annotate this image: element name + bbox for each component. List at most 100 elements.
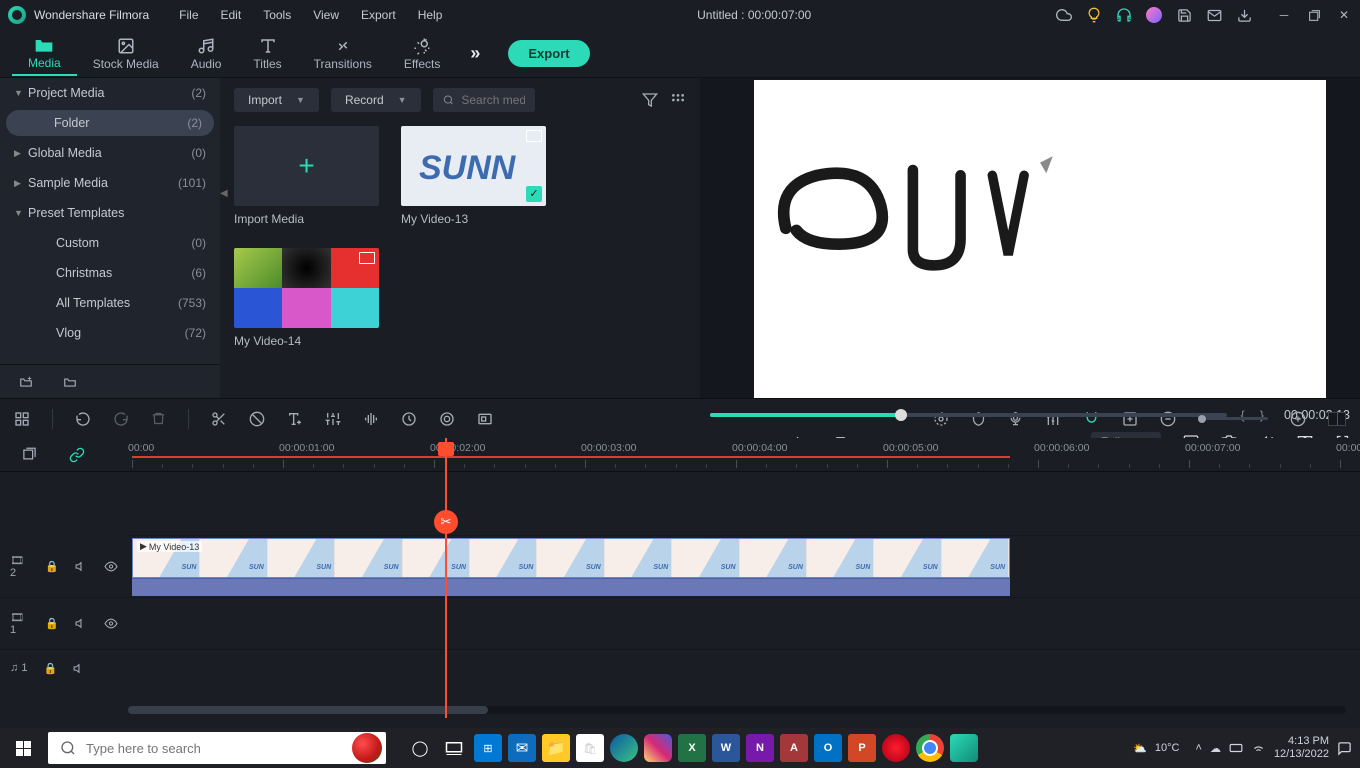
tray-language-icon[interactable] (1229, 741, 1243, 755)
app-outlook-icon[interactable]: O (814, 734, 842, 762)
audio-track-1[interactable] (128, 650, 1360, 686)
tray-notifications-icon[interactable] (1337, 741, 1352, 756)
tab-effects[interactable]: Effects (388, 33, 456, 75)
taskbar-search[interactable] (48, 732, 386, 764)
timeline-ruler[interactable]: 00:0000:00:01:0000:00:02:0000:00:03:0000… (128, 438, 1360, 472)
eye-icon[interactable] (104, 560, 118, 573)
zoom-in-icon[interactable] (1290, 411, 1306, 427)
layout-icon[interactable] (14, 411, 30, 427)
start-button[interactable] (0, 728, 46, 768)
idea-icon[interactable] (1086, 7, 1102, 23)
sidebar-item-preset-templates[interactable]: ▼Preset Templates (0, 198, 220, 228)
tray-wifi-icon[interactable] (1251, 741, 1266, 755)
delete-icon[interactable] (151, 411, 166, 426)
track-head-v1[interactable]: 🎞 1 🔒 (0, 598, 128, 650)
video-track-2[interactable]: ▶ My Video-13 (128, 536, 1360, 598)
equalizer-icon[interactable] (363, 411, 379, 427)
sidebar-item-all-templates[interactable]: All Templates(753) (0, 288, 220, 318)
scissors-icon[interactable]: ✂ (434, 510, 458, 534)
grid-view-icon[interactable] (670, 92, 686, 108)
text-add-icon[interactable] (287, 411, 303, 427)
split-icon[interactable] (211, 411, 227, 427)
video-track-1[interactable] (128, 598, 1360, 650)
menu-export[interactable]: Export (351, 4, 406, 26)
tab-audio[interactable]: Audio (175, 33, 238, 75)
lock-icon[interactable]: 🔒 (45, 617, 59, 630)
greenscreen-icon[interactable] (477, 411, 493, 427)
app-explorer-icon[interactable]: 📁 (542, 734, 570, 762)
close-icon[interactable]: ✕ (1336, 7, 1352, 23)
tab-transitions[interactable]: Transitions (298, 33, 388, 75)
expand-tabs-icon[interactable]: » (470, 43, 480, 64)
cloud-icon[interactable] (1056, 7, 1072, 23)
crop-off-icon[interactable] (249, 411, 265, 427)
mail-icon[interactable] (1206, 7, 1222, 23)
timeline-mini-icon[interactable] (1328, 412, 1346, 426)
app-access-icon[interactable]: A (780, 734, 808, 762)
app-filmora-icon[interactable] (950, 734, 978, 762)
app-msstore-icon[interactable]: 🛍 (576, 734, 604, 762)
search-input[interactable] (461, 93, 525, 107)
tab-titles[interactable]: Titles (237, 33, 297, 75)
menu-file[interactable]: File (169, 4, 208, 26)
app-powerpoint-icon[interactable]: P (848, 734, 876, 762)
zoom-slider[interactable] (1198, 417, 1268, 420)
import-dropdown[interactable]: Import▼ (234, 88, 319, 112)
download-icon[interactable] (1236, 7, 1252, 23)
menu-view[interactable]: View (303, 4, 349, 26)
media-item[interactable]: My Video-14 (234, 248, 379, 348)
lock-icon[interactable]: 🔒 (45, 560, 59, 573)
tray-clock[interactable]: 4:13 PM12/13/2022 (1274, 735, 1329, 761)
speed-icon[interactable] (401, 411, 417, 427)
video-clip[interactable]: ▶ My Video-13 (132, 538, 1010, 578)
mute-icon[interactable] (75, 560, 88, 573)
headphones-icon[interactable] (1116, 7, 1132, 23)
taskbar-search-input[interactable] (86, 741, 374, 756)
app-excel-icon[interactable]: X (678, 734, 706, 762)
filter-icon[interactable] (642, 92, 658, 108)
app-onenote-icon[interactable]: N (746, 734, 774, 762)
lock-icon[interactable]: 🔒 (43, 662, 57, 675)
tl-link-icon[interactable] (69, 447, 85, 463)
search-media[interactable] (433, 88, 536, 112)
tl-pin-icon[interactable] (22, 447, 37, 462)
menu-tools[interactable]: Tools (253, 4, 301, 26)
media-item[interactable]: SUNN✓My Video-13 (401, 126, 546, 226)
weather-icon[interactable]: ⛅ (1133, 742, 1147, 755)
sidebar-item-sample-media[interactable]: ▶Sample Media(101) (0, 168, 220, 198)
undo-icon[interactable] (75, 411, 91, 427)
minimize-icon[interactable]: ─ (1276, 7, 1292, 23)
preview-canvas[interactable] (754, 80, 1326, 398)
weather-temp[interactable]: 10°C (1155, 742, 1180, 754)
app-chrome-icon[interactable] (916, 734, 944, 762)
cortana-icon[interactable]: ◯ (406, 734, 434, 762)
app-store-icon[interactable]: ⊞ (474, 734, 502, 762)
app-word-icon[interactable]: W (712, 734, 740, 762)
timeline-scrollbar[interactable] (128, 706, 1346, 714)
adjust-icon[interactable] (325, 411, 341, 427)
tray-expand-icon[interactable]: ˄ (1196, 742, 1202, 754)
mute-icon[interactable] (73, 662, 86, 675)
mute-icon[interactable] (75, 617, 88, 630)
collapse-sidebar-icon[interactable]: ◀ (220, 188, 228, 199)
sidebar-item-project-media[interactable]: ▼Project Media(2) (0, 78, 220, 108)
track-head-v2[interactable]: 🎞 2 🔒 (0, 536, 128, 598)
save-icon[interactable] (1176, 7, 1192, 23)
tab-stock[interactable]: Stock Media (77, 33, 175, 75)
app-mail-icon[interactable]: ✉ (508, 734, 536, 762)
track-head-a1[interactable]: ♫ 1 🔒 (0, 650, 128, 686)
menu-edit[interactable]: Edit (211, 4, 252, 26)
app-instagram-icon[interactable] (644, 734, 672, 762)
folder-icon[interactable] (62, 375, 78, 389)
export-button[interactable]: Export (508, 40, 589, 67)
taskview-icon[interactable] (440, 734, 468, 762)
eye-icon[interactable] (104, 617, 118, 630)
color-icon[interactable] (439, 411, 455, 427)
redo-icon[interactable] (113, 411, 129, 427)
tab-media[interactable]: Media (12, 32, 77, 76)
avatar-icon[interactable] (1146, 7, 1162, 23)
sidebar-item-global-media[interactable]: ▶Global Media(0) (0, 138, 220, 168)
scrub-bar[interactable] (710, 413, 1227, 417)
record-dropdown[interactable]: Record▼ (331, 88, 421, 112)
maximize-icon[interactable] (1306, 7, 1322, 23)
